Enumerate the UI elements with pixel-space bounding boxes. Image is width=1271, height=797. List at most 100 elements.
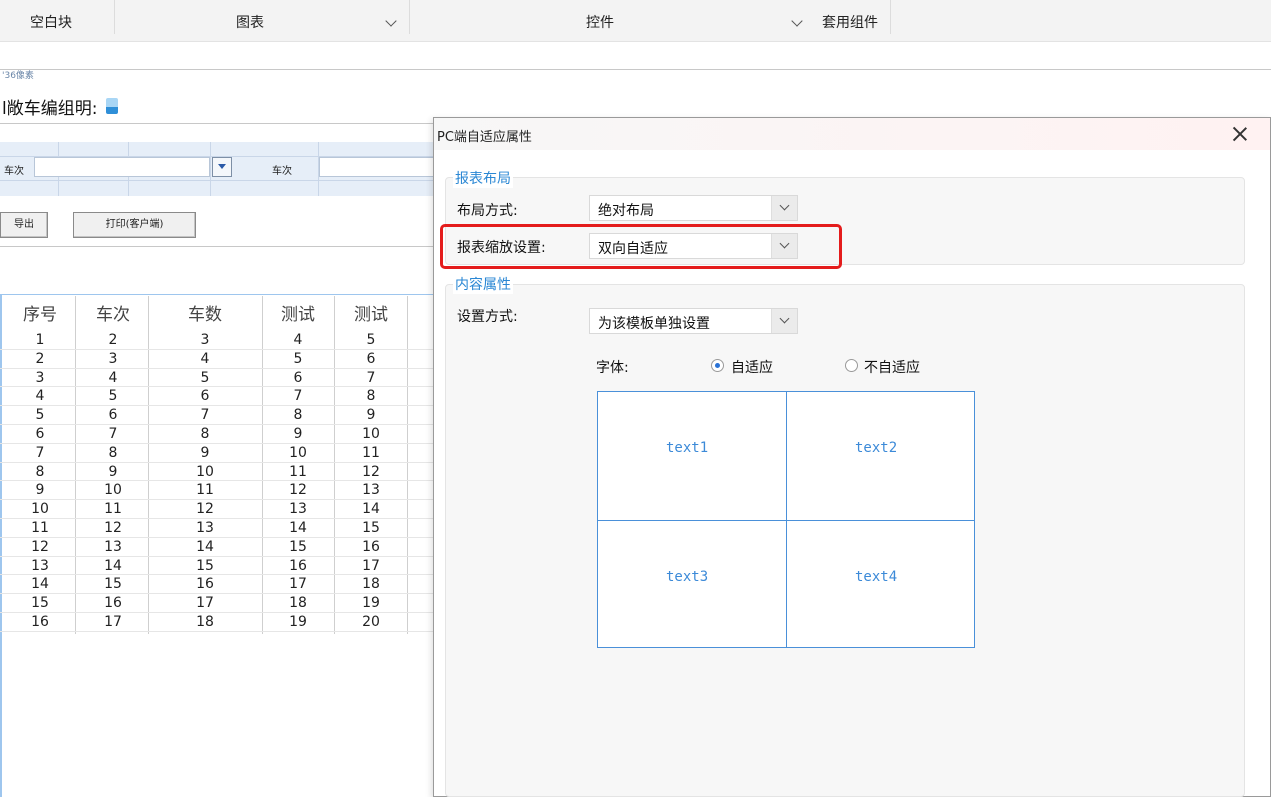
preview-cell-text1: text1 bbox=[666, 440, 709, 456]
toolbar-separator bbox=[890, 0, 891, 34]
layout-mode-label: 布局方式: bbox=[457, 203, 518, 219]
table-column-line bbox=[148, 296, 149, 634]
table-cell: 4 bbox=[35, 388, 45, 405]
table-cell: 6 bbox=[35, 426, 45, 442]
table-cell: 13 bbox=[104, 538, 122, 555]
print-client-button[interactable]: 打印(客户端) bbox=[73, 212, 196, 238]
toolbar-separator bbox=[114, 0, 115, 34]
widget-tab[interactable]: 控件 bbox=[586, 0, 614, 42]
font-label: 字体: bbox=[596, 360, 629, 376]
table-header-cell: 测试 bbox=[281, 305, 315, 325]
left-guide-line bbox=[0, 294, 2, 797]
chevron-down-icon[interactable] bbox=[771, 309, 797, 333]
table-header-cell: 测试 bbox=[354, 305, 388, 325]
report-layout-legend: 报表布局 bbox=[453, 168, 513, 188]
table-row-line bbox=[0, 405, 440, 407]
table-top-border bbox=[0, 294, 440, 295]
table-cell: 14 bbox=[196, 538, 214, 555]
font-adaptive-label[interactable]: 自适应 bbox=[731, 357, 773, 377]
train-param-input[interactable] bbox=[34, 157, 210, 177]
table-cell: 15 bbox=[104, 576, 122, 593]
table-row-line bbox=[0, 536, 440, 538]
table-cell: 10 bbox=[289, 444, 307, 461]
cell-marker-icon bbox=[106, 98, 118, 114]
table-row-line bbox=[0, 367, 440, 369]
table-cell: 4 bbox=[108, 369, 118, 386]
table-row-line bbox=[0, 574, 440, 576]
table-cell: 16 bbox=[31, 614, 49, 630]
layout-mode-select[interactable]: 绝对布局 bbox=[589, 195, 798, 221]
table-cell: 8 bbox=[108, 444, 118, 461]
dialog-title-bar: PC端自适应属性 bbox=[434, 118, 1270, 150]
title-divider bbox=[0, 123, 440, 124]
train-param-input-2[interactable] bbox=[319, 157, 440, 177]
table-cell: 7 bbox=[200, 407, 210, 424]
layout-mode-value: 绝对布局 bbox=[598, 203, 654, 219]
setting-mode-select[interactable]: 为该模板单独设置 bbox=[589, 308, 798, 334]
template-components-tab[interactable]: 套用组件 bbox=[822, 0, 878, 42]
preview-divider bbox=[598, 520, 974, 521]
table-cell: 12 bbox=[362, 463, 380, 480]
table-header-cell: 车次 bbox=[96, 305, 130, 325]
table-cell: 7 bbox=[35, 444, 45, 461]
table-cell: 18 bbox=[362, 576, 380, 593]
blank-block-tab[interactable]: 空白块 bbox=[30, 0, 72, 42]
export-button[interactable]: 导出 bbox=[0, 212, 48, 238]
table-cell: 14 bbox=[289, 520, 307, 536]
table-cell: 13 bbox=[31, 557, 49, 574]
table-cell: 8 bbox=[366, 388, 376, 405]
table-cell: 16 bbox=[196, 576, 214, 593]
table-cell: 9 bbox=[108, 463, 118, 480]
table-cell: 11 bbox=[362, 444, 380, 461]
table-cell: 11 bbox=[31, 520, 49, 536]
table-cell: 9 bbox=[200, 444, 210, 461]
table-header-cell: 车数 bbox=[188, 305, 222, 325]
dropdown-icon[interactable] bbox=[212, 157, 232, 177]
table-header-cell: 序号 bbox=[23, 305, 57, 325]
table-cell: 10 bbox=[362, 426, 380, 442]
table-cell: 11 bbox=[104, 501, 122, 518]
font-preview-grid: text1 text2 text3 text4 bbox=[597, 391, 975, 648]
table-cell: 12 bbox=[104, 520, 122, 536]
train-param-label-2: 车次 bbox=[272, 166, 292, 177]
chevron-down-icon[interactable] bbox=[791, 15, 803, 27]
highlight-box bbox=[440, 224, 842, 269]
table-cell: 2 bbox=[108, 332, 118, 348]
table-cell: 5 bbox=[108, 388, 118, 405]
table-cell: 10 bbox=[31, 501, 49, 518]
table-cell: 14 bbox=[362, 501, 380, 518]
table-cell: 7 bbox=[108, 426, 118, 442]
setting-mode-label: 设置方式: bbox=[457, 309, 518, 325]
chevron-down-icon[interactable] bbox=[771, 196, 797, 220]
chart-tab[interactable]: 图表 bbox=[236, 0, 264, 42]
table-cell: 3 bbox=[35, 369, 45, 386]
font-non-adaptive-radio[interactable] bbox=[845, 359, 858, 372]
chevron-down-icon[interactable] bbox=[385, 15, 397, 27]
table-row-line bbox=[0, 593, 440, 595]
train-param-label: 车次 bbox=[4, 166, 24, 177]
ruler-label: '36像素 bbox=[2, 71, 34, 81]
table-cell: 14 bbox=[104, 557, 122, 574]
table-cell: 5 bbox=[35, 407, 45, 424]
table-cell: 16 bbox=[104, 595, 122, 612]
close-icon[interactable] bbox=[1230, 124, 1250, 144]
table-cell: 19 bbox=[289, 614, 307, 630]
table-row-line bbox=[0, 442, 440, 444]
table-cell: 4 bbox=[293, 332, 303, 348]
table-row-line bbox=[0, 612, 440, 613]
setting-mode-value: 为该模板单独设置 bbox=[598, 316, 710, 332]
table-cell: 19 bbox=[362, 595, 380, 612]
table-cell: 10 bbox=[196, 463, 214, 480]
table-cell: 13 bbox=[196, 520, 214, 536]
table-cell: 13 bbox=[289, 501, 307, 518]
font-adaptive-radio[interactable] bbox=[711, 359, 724, 372]
dialog-title: PC端自适应属性 bbox=[437, 130, 532, 145]
preview-cell-text3: text3 bbox=[666, 569, 709, 585]
table-cell: 4 bbox=[200, 350, 210, 367]
table-cell: 14 bbox=[31, 576, 49, 593]
table-cell: 12 bbox=[196, 501, 214, 518]
font-non-adaptive-label[interactable]: 不自适应 bbox=[864, 357, 920, 377]
top-toolbar: 空白块 图表 控件 套用组件 bbox=[0, 0, 1271, 42]
preview-cell-text4: text4 bbox=[855, 569, 898, 585]
table-row-line bbox=[0, 555, 440, 557]
